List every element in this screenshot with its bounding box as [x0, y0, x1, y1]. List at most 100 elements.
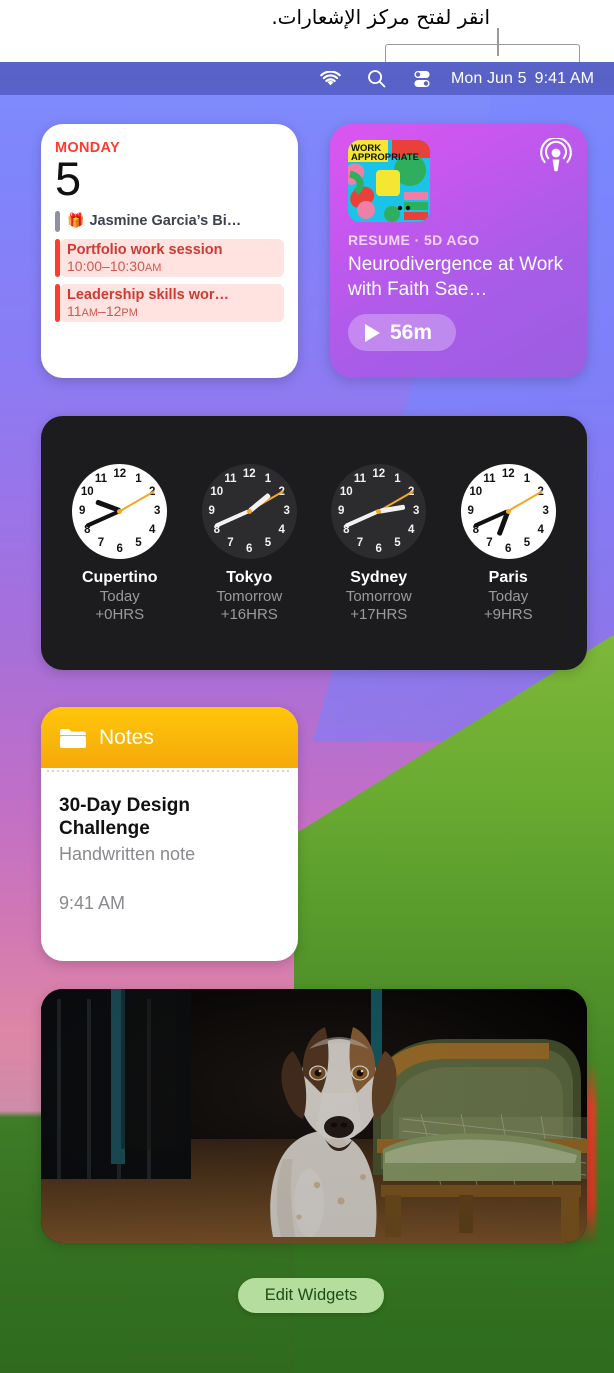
callout-text: انقر لفتح مركز الإشعارات. [271, 5, 490, 29]
event-title: Leadership skills wor… [67, 287, 229, 303]
widget-podcasts[interactable]: WORK APPROPRIATE RESUME · 5D AGO Neurodi… [330, 124, 587, 378]
calendar-event-row[interactable]: 🎁 Jasmine Garcia’s Bi… [55, 211, 284, 232]
calendar-event-row[interactable]: Leadership skills wor… 11AM–12PM [55, 284, 284, 322]
clock-hour-number: 4 [408, 523, 415, 536]
clock-center-pin [246, 508, 252, 514]
clock-min-hand [85, 509, 121, 528]
clock-hour-number: 10 [469, 486, 483, 499]
clock-city: Sydney [350, 568, 408, 586]
notes-header-label: Notes [99, 725, 154, 749]
clock-hour-number: 6 [246, 542, 253, 555]
menubar-date: Mon Jun 5 [450, 69, 527, 87]
clock-day: Today [488, 587, 529, 605]
clock-hour-number: 7 [356, 537, 364, 550]
event-time: 10:00–10:30AM [67, 258, 162, 274]
clock-hour-number: 9 [338, 505, 345, 517]
world-clock-cell: 121234567891011ParisToday+9HRS [448, 463, 568, 623]
wifi-icon [320, 70, 341, 85]
note-subtitle: Handwritten note [59, 844, 196, 864]
clock-sec-hand [119, 490, 155, 512]
widget-calendar[interactable]: MONDAY 5 🎁 Jasmine Garcia’s Bi… Portfoli… [41, 124, 298, 378]
clock-dial: 121234567891011 [460, 463, 556, 559]
widget-photos[interactable] [41, 989, 587, 1243]
event-title: Jasmine Garcia’s Bi… [89, 212, 242, 229]
clock-hour-number: 1 [523, 472, 531, 485]
note-timestamp: 9:41 AM [59, 893, 126, 913]
clock-hour-number: 9 [208, 505, 215, 517]
menubar: Mon Jun 5 9:41 AM [0, 62, 614, 95]
edit-widgets-button[interactable]: Edit Widgets [238, 1278, 384, 1313]
clock-hour-number: 11 [224, 472, 237, 485]
callout-bracket [385, 44, 580, 62]
clock-hour-number: 3 [413, 505, 420, 517]
svg-text:APPROPRIATE: APPROPRIATE [351, 152, 419, 163]
clock-hour-number: 12 [113, 467, 127, 480]
clock-hour-number: 5 [394, 537, 401, 550]
search-icon [368, 70, 386, 88]
clock-hour-number: 10 [339, 486, 353, 499]
world-clock-cell: 121234567891011CupertinoToday+0HRS [60, 463, 180, 623]
control-center-menu-item[interactable] [399, 62, 445, 95]
control-center-icon [414, 70, 430, 87]
clock-min-hand [214, 509, 251, 528]
clock-dial: 121234567891011 [72, 463, 168, 559]
gift-icon: 🎁 [67, 212, 85, 228]
folder-icon [60, 728, 86, 748]
clock-hour-number: 11 [94, 472, 108, 485]
podcast-artwork: WORK APPROPRIATE [348, 140, 430, 222]
podcast-duration: 56m [390, 320, 433, 344]
clock-hour-number: 4 [278, 523, 285, 536]
clock-hour-number: 5 [264, 537, 272, 550]
clock-hour-number: 12 [242, 467, 256, 480]
clock-day: Tomorrow [345, 587, 412, 605]
event-title-wrapper: 🎁 Jasmine Garcia’s Bi… [67, 212, 277, 229]
notes-header: Notes [41, 707, 298, 768]
clock-hour-number: 3 [283, 505, 290, 517]
clock-min-hand [344, 509, 380, 528]
callout-annotation: انقر لفتح مركز الإشعارات. [0, 0, 614, 62]
note-title: 30-Day Design Challenge [59, 795, 190, 839]
clock-hour-number: 12 [372, 467, 386, 480]
play-icon [365, 323, 380, 342]
clock-hour-number: 6 [116, 542, 123, 555]
calendar-event-row[interactable]: Portfolio work session 10:00–10:30AM [55, 239, 284, 277]
world-clock-cell: 121234567891011SydneyTomorrow+17HRS [319, 463, 439, 623]
clock-hour-number: 4 [149, 523, 156, 536]
clock-center-pin [505, 508, 511, 514]
clock-hour-number: 9 [467, 505, 474, 517]
world-clock-cell: 121234567891011TokyoTomorrow+16HRS [189, 463, 309, 623]
widget-world-clock[interactable]: 121234567891011CupertinoToday+0HRS121234… [41, 416, 587, 670]
spotlight-search-menu-item[interactable] [354, 62, 399, 95]
podcast-title: Neurodivergence at Work with Faith Sae… [348, 254, 564, 300]
clock-city: Paris [488, 568, 528, 586]
event-time: 11AM–12PM [67, 303, 138, 319]
menubar-clock[interactable]: Mon Jun 5 9:41 AM [445, 70, 606, 88]
podcast-meta: RESUME · 5D AGO [348, 232, 480, 248]
clock-hour-number: 1 [264, 472, 272, 485]
clock-city: Cupertino [81, 568, 158, 586]
clock-dial: 121234567891011 [331, 463, 427, 559]
clock-hour-number: 11 [483, 472, 496, 485]
clock-hour-number: 10 [210, 486, 224, 499]
podcast-play-button[interactable]: 56m [348, 314, 456, 351]
clock-offset: +17HRS [350, 605, 408, 623]
photo-image [41, 989, 587, 1243]
clock-day: Tomorrow [216, 587, 283, 605]
clock-offset: +0HRS [95, 605, 145, 623]
calendar-day-number: 5 [55, 152, 81, 205]
clock-offset: +16HRS [220, 605, 278, 623]
clock-hour-number: 5 [523, 537, 531, 550]
clock-hour-number: 7 [486, 537, 493, 550]
podcasts-icon [540, 138, 572, 172]
clock-hour-number: 12 [501, 467, 515, 480]
clock-center-pin [376, 508, 382, 514]
clock-hour-number: 1 [135, 472, 142, 485]
widget-notes[interactable]: Notes 30-Day Design Challenge Handwritte… [41, 707, 298, 961]
clock-hour-number: 7 [97, 537, 105, 550]
clock-hour-number: 4 [537, 523, 544, 536]
clock-hour-number: 6 [375, 542, 382, 555]
clock-dial: 121234567891011 [201, 463, 297, 559]
wifi-menu-item[interactable] [307, 62, 354, 95]
clock-hour-number: 3 [542, 505, 549, 517]
menubar-time: 9:41 AM [534, 69, 594, 87]
